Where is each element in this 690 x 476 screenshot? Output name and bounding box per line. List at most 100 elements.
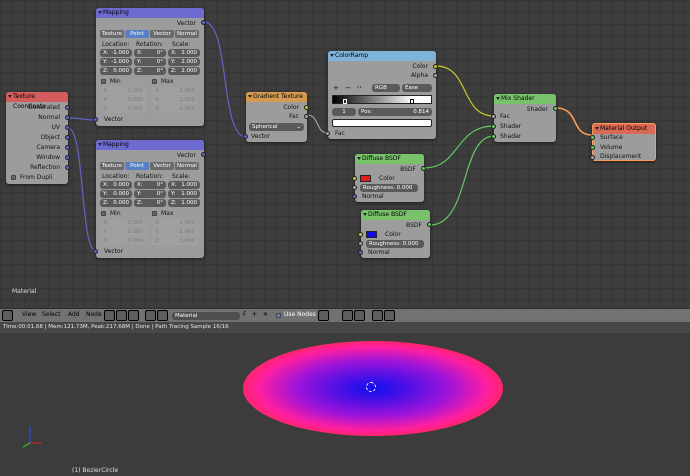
max-y-field[interactable]: Y: 1.000	[152, 96, 198, 104]
interpolation-dropdown[interactable]: Ease	[402, 84, 432, 92]
copy-icon[interactable]	[372, 310, 383, 321]
node-header[interactable]: Texture Coordinate	[6, 92, 68, 110]
socket[interactable]	[491, 124, 496, 129]
socket[interactable]	[65, 155, 70, 160]
node-mapping-2[interactable]: Mapping Vector Texture Point Vector Norm…	[93, 140, 206, 258]
socket[interactable]	[590, 145, 595, 150]
location-x-field[interactable]: X: 0.000	[100, 181, 132, 189]
socket[interactable]	[201, 152, 206, 157]
world-icon[interactable]	[157, 310, 168, 321]
node-diffuse-bsdf-1[interactable]: Diffuse BSDF BSDF Color Roughness: 0.000…	[352, 154, 426, 202]
color-mode-dropdown[interactable]: RGB	[372, 84, 400, 92]
color-swatch[interactable]	[366, 231, 377, 238]
3d-viewport[interactable]: (1) BezierCircle	[0, 333, 690, 476]
socket[interactable]	[491, 114, 496, 119]
snap-icon[interactable]	[342, 310, 353, 321]
add-stop-button[interactable]: +	[333, 84, 339, 92]
max-x-field[interactable]: X: 1.000	[152, 219, 198, 227]
color-swatch[interactable]	[360, 175, 371, 182]
rotation-y-field[interactable]: Y: 0°	[134, 58, 166, 66]
node-diffuse-bsdf-2[interactable]: Diffuse BSDF BSDF Color Roughness: 0.000…	[358, 210, 432, 258]
socket[interactable]	[352, 194, 357, 199]
socket[interactable]	[421, 166, 426, 171]
3d-cursor-icon[interactable]	[366, 382, 376, 392]
object-icon[interactable]	[145, 310, 156, 321]
tab-normal[interactable]: Normal	[175, 30, 199, 38]
tab-texture[interactable]: Texture	[100, 162, 124, 170]
menu-view[interactable]: View	[22, 311, 36, 318]
tab-point[interactable]: Point	[125, 162, 149, 170]
stop-index-field[interactable]: 1	[332, 108, 356, 116]
min-x-field[interactable]: X: 0.000	[100, 219, 146, 227]
scale-y-field[interactable]: Y: 1.000	[168, 190, 200, 198]
node-editor[interactable]: Texture Coordinate Generated Normal UV O…	[0, 0, 690, 308]
tab-normal[interactable]: Normal	[175, 162, 199, 170]
rotation-z-field[interactable]: Z: 0°	[134, 67, 166, 75]
node-header[interactable]: ColorRamp	[328, 51, 436, 61]
ramp-stop-marker[interactable]	[343, 99, 347, 104]
scale-x-field[interactable]: X: 1.000	[168, 181, 200, 189]
material-selector[interactable]: Material	[172, 312, 240, 320]
socket[interactable]	[65, 165, 70, 170]
socket[interactable]	[65, 105, 70, 110]
menu-node[interactable]: Node	[86, 311, 102, 318]
min-x-field[interactable]: X: 0.000	[100, 87, 146, 95]
socket[interactable]	[93, 249, 98, 254]
shader-type-icon[interactable]	[104, 310, 115, 321]
unlink-icon[interactable]: ✕	[263, 311, 268, 318]
min-z-field[interactable]: Z: 0.000	[100, 237, 146, 245]
stop-position-field[interactable]: Pos: 0.814	[358, 108, 432, 116]
node-header[interactable]: Mix Shader	[494, 94, 556, 104]
node-mix-shader[interactable]: Mix Shader Shader Fac Shader Shader	[491, 94, 558, 142]
node-colorramp[interactable]: ColorRamp Color Alpha + − ‹› RGB Ease 1 …	[325, 51, 438, 139]
socket[interactable]	[358, 241, 363, 246]
location-z-field[interactable]: Z: 0.000	[100, 199, 132, 207]
rotation-x-field[interactable]: X: 0°	[134, 49, 166, 57]
menu-select[interactable]: Select	[42, 311, 61, 318]
node-header[interactable]: Gradient Texture	[246, 92, 307, 102]
min-z-field[interactable]: Z: 0.000	[100, 105, 146, 113]
add-material-icon[interactable]: ✛	[252, 311, 257, 318]
socket[interactable]	[352, 185, 357, 190]
fake-user-button[interactable]: F	[243, 311, 246, 318]
scale-z-field[interactable]: Z: 2.000	[168, 67, 200, 75]
min-y-field[interactable]: Y: 0.000	[100, 96, 146, 104]
node-material-output[interactable]: Material Output Surface Volume Displacem…	[590, 123, 656, 161]
socket[interactable]	[65, 125, 70, 130]
roughness-field[interactable]: Roughness: 0.000	[360, 184, 418, 192]
node-gradient-texture[interactable]: Gradient Texture Color Fac Spherical ⌄ Ve…	[243, 92, 309, 142]
texture-type-icon[interactable]	[116, 310, 127, 321]
socket[interactable]	[427, 222, 432, 227]
socket[interactable]	[491, 134, 496, 139]
socket[interactable]	[433, 64, 438, 69]
socket[interactable]	[433, 73, 438, 78]
socket[interactable]	[590, 155, 595, 160]
menu-add[interactable]: Add	[68, 311, 80, 318]
roughness-field[interactable]: Roughness: 0.000	[366, 240, 424, 248]
node-texture-coordinate[interactable]: Texture Coordinate Generated Normal UV O…	[6, 92, 70, 184]
location-y-field[interactable]: Y: 0.000	[100, 190, 132, 198]
compositor-type-icon[interactable]	[128, 310, 139, 321]
socket[interactable]	[358, 250, 363, 255]
tab-vector[interactable]: Vector	[150, 162, 174, 170]
location-x-field[interactable]: X: -1.000	[100, 49, 132, 57]
node-header[interactable]: Diffuse BSDF	[361, 210, 430, 220]
editor-type-icon[interactable]	[2, 310, 13, 321]
node-mapping-1[interactable]: Mapping Vector Texture Point Vector Norm…	[93, 8, 206, 126]
max-z-field[interactable]: Z: 1.000	[152, 105, 198, 113]
scale-x-field[interactable]: X: 2.000	[168, 49, 200, 57]
paste-icon[interactable]	[384, 310, 395, 321]
socket[interactable]	[304, 114, 309, 119]
socket[interactable]	[553, 106, 558, 111]
flip-ramp-button[interactable]: ‹›	[357, 84, 362, 91]
use-nodes-checkbox[interactable]	[276, 313, 281, 318]
min-checkbox[interactable]	[101, 79, 106, 84]
tab-point[interactable]: Point	[125, 30, 149, 38]
socket[interactable]	[201, 20, 206, 25]
stop-color-swatch[interactable]	[332, 119, 432, 127]
scale-z-field[interactable]: Z: 1.000	[168, 199, 200, 207]
socket[interactable]	[304, 105, 309, 110]
socket[interactable]	[93, 117, 98, 122]
rotation-z-field[interactable]: Z: 0°	[134, 199, 166, 207]
rotation-y-field[interactable]: Y: 0°	[134, 190, 166, 198]
